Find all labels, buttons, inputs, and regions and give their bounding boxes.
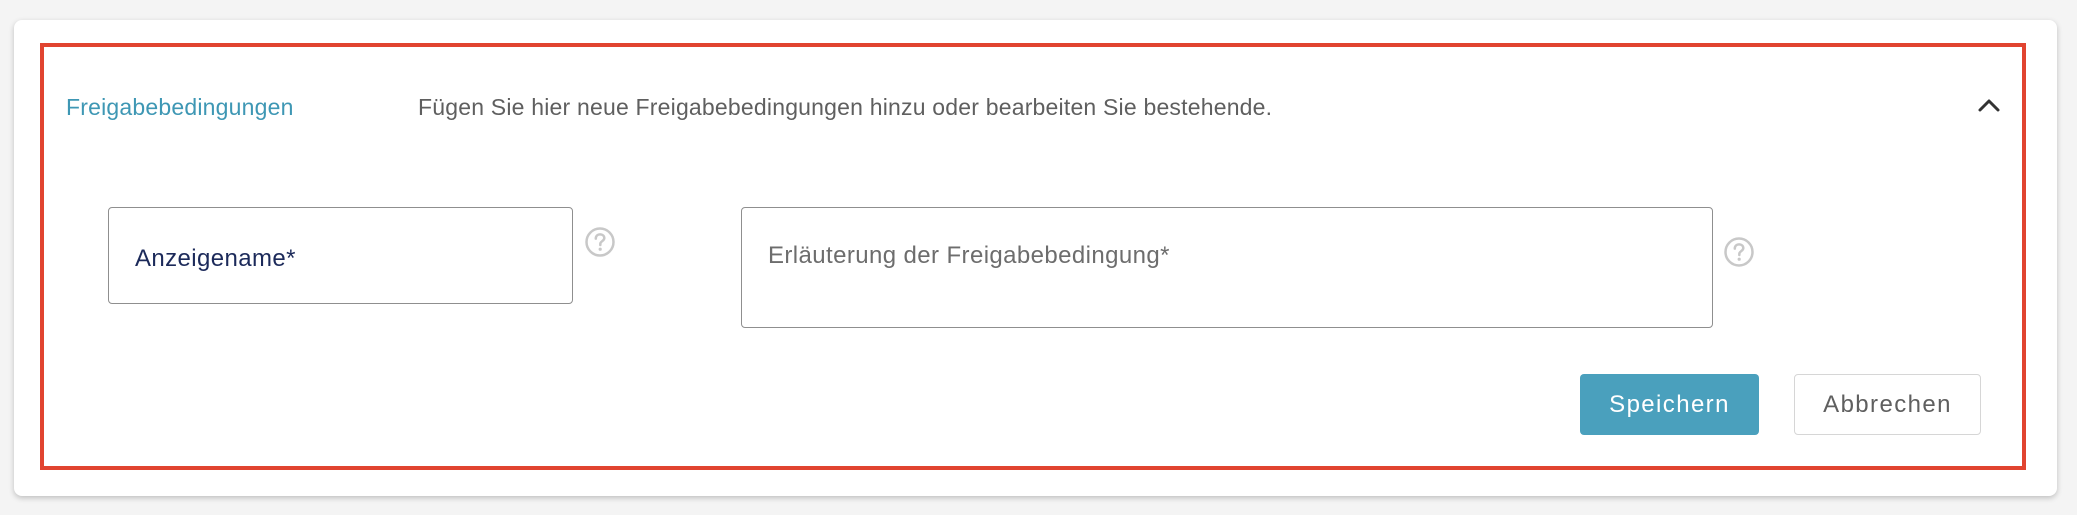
cancel-button[interactable]: Abbrechen bbox=[1794, 374, 1981, 435]
explanation-label: Erläuterung der Freigabebedingung* bbox=[768, 242, 1170, 269]
chevron-up-icon[interactable] bbox=[1972, 88, 2006, 122]
save-button[interactable]: Speichern bbox=[1580, 374, 1759, 435]
panel-title[interactable]: Freigabebedingungen bbox=[66, 94, 294, 121]
panel-description: Fügen Sie hier neue Freigabebedingungen … bbox=[418, 94, 1273, 120]
explanation-textarea[interactable]: Erläuterung der Freigabebedingung* bbox=[741, 207, 1713, 328]
question-circle-icon[interactable] bbox=[1723, 236, 1755, 268]
display-name-input[interactable]: Anzeigename* bbox=[108, 207, 573, 304]
question-circle-icon[interactable] bbox=[584, 226, 616, 258]
display-name-label: Anzeigename* bbox=[135, 245, 296, 272]
